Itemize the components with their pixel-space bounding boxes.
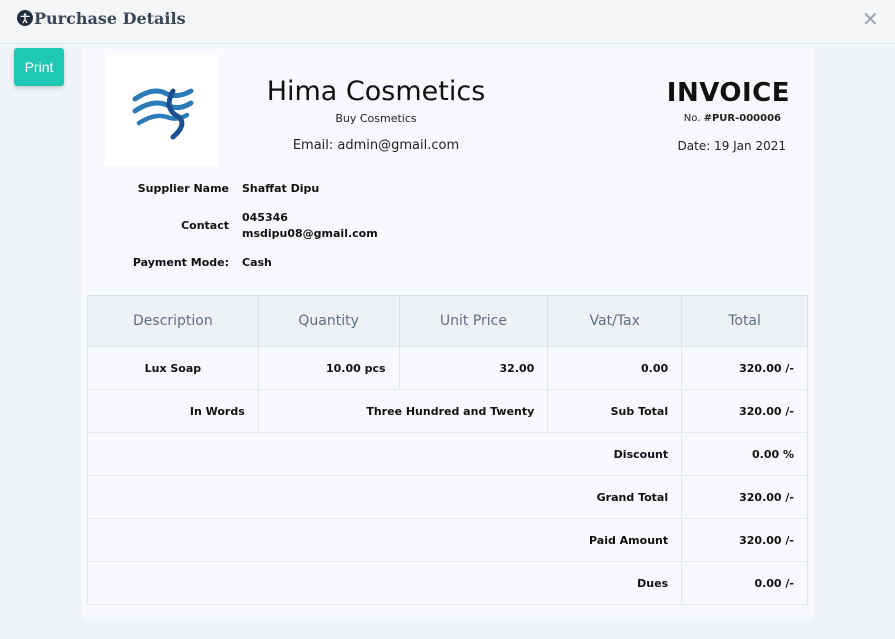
summary-value: 320.00 /- (681, 518, 808, 562)
summary-value: 0.00 % (681, 432, 808, 476)
summary-label: Dues (86, 561, 683, 605)
accessibility-icon (17, 10, 33, 26)
supplier-email: msdipu08@gmail.com (242, 227, 378, 240)
invoice-date: Date: 19 Jan 2021 (677, 139, 786, 153)
item-description: Lux Soap (87, 346, 259, 390)
company-name: Hima Cosmetics (266, 76, 486, 107)
table-row: Paid Amount 320.00 /- (86, 518, 808, 562)
in-words-label: In Words (87, 389, 259, 433)
table-row: Discount 0.00 % (86, 432, 808, 476)
company-email: Email: admin@gmail.com (292, 138, 460, 153)
col-header-unit-price: Unit Price (398, 295, 549, 347)
contact-label: Contact (181, 219, 229, 232)
in-words-value: Three Hundred and Twenty (257, 389, 549, 433)
item-vat: 0.00 (547, 346, 683, 390)
summary-value: 320.00 /- (681, 475, 808, 519)
col-header-description: Description (87, 295, 259, 347)
summary-value: 0.00 /- (681, 561, 808, 605)
summary-value: 320.00 /- (681, 389, 808, 433)
supplier-phone: 045346 (242, 211, 288, 224)
table-row: Grand Total 320.00 /- (86, 475, 808, 519)
company-tagline: Buy Cosmetics (335, 112, 417, 125)
supplier-name-label: Supplier Name (137, 182, 229, 195)
item-total: 320.00 /- (681, 346, 808, 390)
supplier-name: Shaffat Dipu (242, 182, 320, 195)
col-header-vat: Vat/Tax (547, 295, 683, 347)
invoice-number: No. #PUR-000006 (683, 113, 781, 124)
print-button[interactable]: Print (14, 48, 64, 86)
table-row: Dues 0.00 /- (86, 561, 808, 605)
item-quantity: 10.00 pcs (257, 346, 400, 390)
table-header-row: Description Quantity Unit Price Vat/Tax … (87, 295, 808, 347)
summary-label: Discount (86, 432, 683, 476)
modal-header: Purchase Details ✕ (0, 0, 895, 44)
summary-label: Sub Total (547, 389, 683, 433)
payment-mode: Cash (242, 256, 272, 269)
invoice-paper: Hima Cosmetics Buy Cosmetics Email: admi… (82, 48, 814, 620)
table-row: Lux Soap 10.00 pcs 32.00 0.00 320.00 /- (87, 346, 808, 390)
col-header-quantity: Quantity (257, 295, 400, 347)
company-logo (105, 55, 218, 166)
table-row: In Words Three Hundred and Twenty Sub To… (87, 389, 808, 433)
invoice-label: INVOICE (666, 78, 790, 108)
col-header-total: Total (681, 295, 808, 347)
payment-mode-label: Payment Mode: (132, 256, 229, 269)
modal-title: Purchase Details (34, 9, 186, 28)
close-icon[interactable]: ✕ (862, 9, 879, 29)
summary-label: Grand Total (86, 475, 683, 519)
invoice-table: Description Quantity Unit Price Vat/Tax … (86, 295, 808, 605)
item-unit-price: 32.00 (398, 346, 549, 390)
wave-logo-icon (132, 88, 194, 140)
summary-label: Paid Amount (86, 518, 683, 562)
